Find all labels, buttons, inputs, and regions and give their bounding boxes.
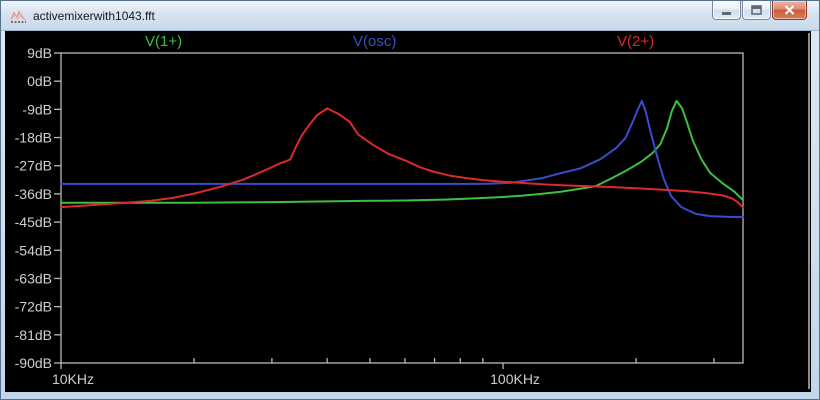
window-title: activemixerwith1043.fft (33, 9, 155, 23)
restore-icon (751, 5, 762, 15)
trace-1 (61, 101, 743, 203)
y-tick-label: -45dB (15, 214, 52, 230)
x-tick-label: 100KHz (490, 371, 540, 387)
restore-button[interactable] (742, 1, 771, 20)
y-tick-label: -27dB (15, 158, 52, 174)
close-icon (784, 5, 795, 15)
window-controls (711, 1, 807, 22)
y-tick-label: -81dB (15, 327, 52, 343)
fft-plot[interactable]: 9dB 0dB -9dB -18dB -27dB -36dB -45dB -54dB -63dB… (5, 31, 811, 392)
y-tick-label: -90dB (15, 355, 52, 371)
minimize-button[interactable] (712, 1, 741, 20)
y-tick-label: -63dB (15, 270, 52, 286)
y-tick-label: -36dB (15, 186, 52, 202)
plot-frame (61, 53, 743, 363)
y-tick-label: -72dB (15, 299, 52, 315)
title-bar[interactable]: activemixerwith1043.fft (1, 1, 819, 31)
plot-window: activemixerwith1043.fft V(1+) (0, 0, 820, 400)
minimize-icon (722, 6, 732, 15)
y-tick-label: -9dB (22, 101, 52, 117)
y-tick-label: -54dB (15, 242, 52, 258)
close-button[interactable] (772, 1, 807, 20)
y-tick-label: -18dB (15, 130, 52, 146)
trace-3 (61, 108, 743, 207)
waveform-document-icon (10, 9, 27, 24)
x-tick-label: 10KHz (52, 371, 94, 387)
y-tick-label: 0dB (27, 73, 52, 89)
y-tick-label: 9dB (27, 45, 52, 61)
plot-client-area[interactable]: V(1+) V(osc) V(2+) 9dB0dB-9dB-18dB-27dB-… (5, 31, 811, 392)
